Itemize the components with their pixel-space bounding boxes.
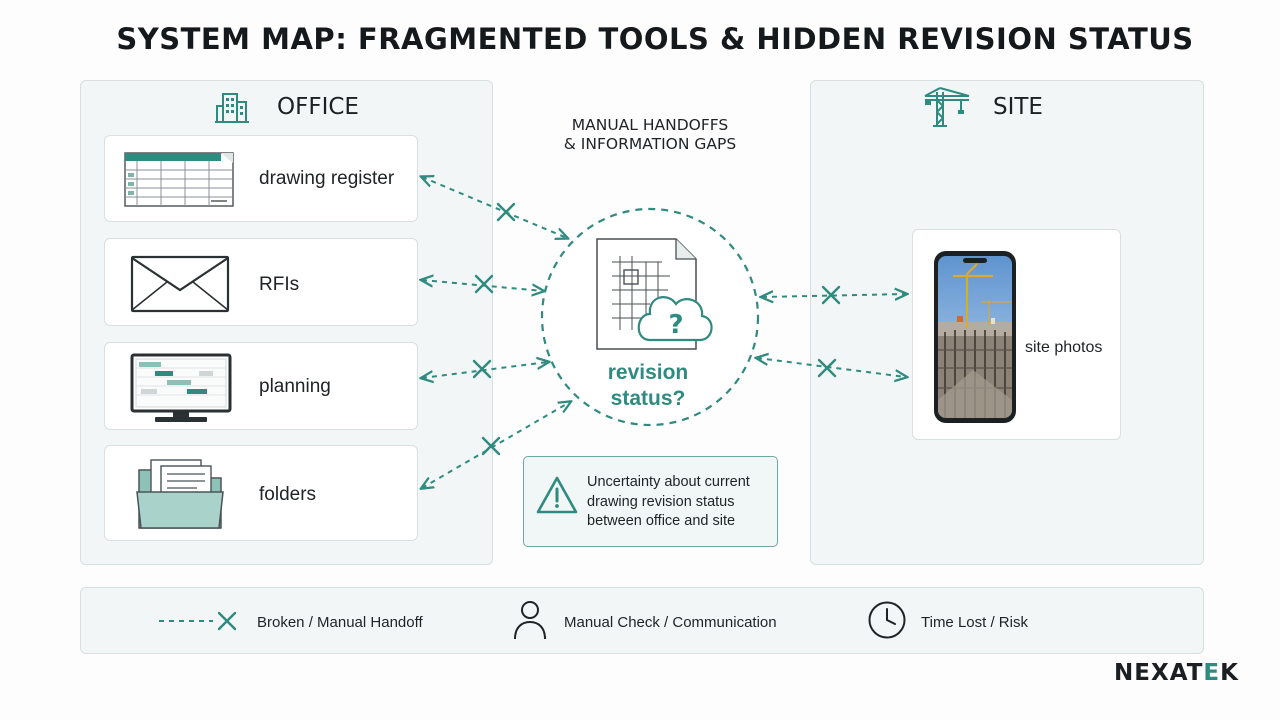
revision-line2: status? (610, 387, 686, 410)
svg-text:?: ? (668, 310, 683, 340)
revision-status-label: revision status? (578, 360, 718, 412)
uncertainty-warning: Uncertainty about current drawing revisi… (523, 456, 778, 547)
person-icon (514, 601, 546, 640)
legend-manual-check-label: Manual Check / Communication (564, 614, 777, 631)
legend: Broken / Manual Handoff Manual Check / C… (80, 587, 1204, 654)
connector-drawing-register (422, 177, 567, 238)
legend-time-lost-label: Time Lost / Risk (921, 614, 1028, 631)
nexatek-logo: NEXATEK (1114, 660, 1239, 686)
warning-triangle-icon (536, 476, 578, 514)
legend-broken-handoff-label: Broken / Manual Handoff (257, 614, 423, 631)
broken-link-x-icon (159, 611, 237, 631)
revision-line1: revision (607, 361, 689, 384)
warning-text: Uncertainty about current drawing revisi… (587, 474, 750, 529)
clock-icon (868, 601, 906, 639)
